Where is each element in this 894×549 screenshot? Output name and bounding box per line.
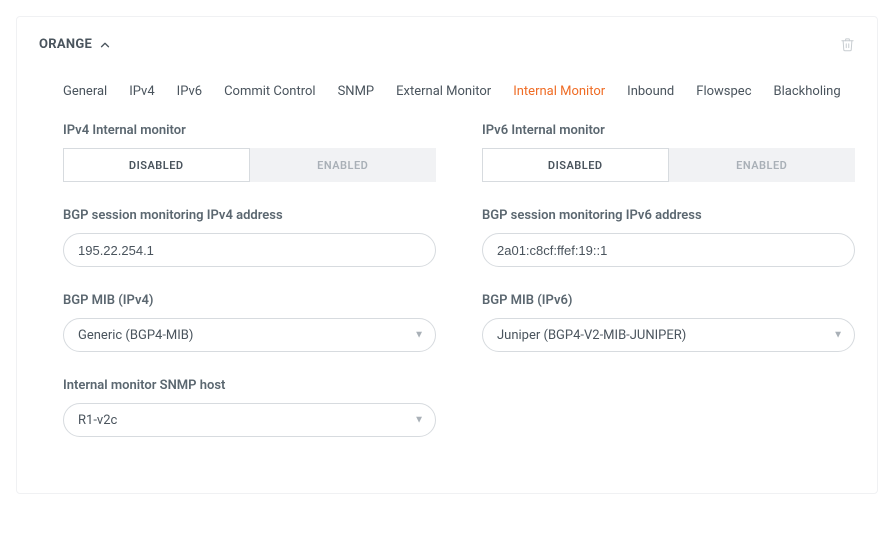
snmp-host-value: R1-v2c: [78, 413, 117, 428]
mib-ipv4-value: Generic (BGP4-MIB): [78, 328, 193, 343]
tab-internal-monitor[interactable]: Internal Monitor: [513, 80, 605, 103]
tab-inbound[interactable]: Inbound: [627, 80, 674, 103]
ipv6-monitor-enabled-button[interactable]: ENABLED: [669, 148, 856, 182]
ipv4-monitor-disabled-button[interactable]: DISABLED: [63, 148, 250, 182]
delete-icon[interactable]: [840, 37, 855, 52]
bgp-ipv4-label: BGP session monitoring IPv4 address: [63, 208, 436, 223]
panel-header: ORANGE: [39, 37, 855, 52]
bgp-ipv6-input[interactable]: [482, 233, 855, 267]
ipv4-monitor-enabled-button[interactable]: ENABLED: [250, 148, 437, 182]
ipv6-monitor-label: IPv6 Internal monitor: [482, 123, 855, 138]
snmp-host-select[interactable]: R1-v2c ▼: [63, 403, 436, 437]
ipv6-monitor-toggle: DISABLED ENABLED: [482, 148, 855, 182]
panel-content: IPv4 Internal monitor DISABLED ENABLED I…: [39, 123, 855, 437]
tab-snmp[interactable]: SNMP: [338, 80, 375, 103]
mib-ipv6-value: Juniper (BGP4-V2-MIB-JUNIPER): [497, 328, 686, 343]
snmp-host-label: Internal monitor SNMP host: [63, 378, 436, 393]
panel-title: ORANGE: [39, 37, 92, 52]
mib-ipv6-label: BGP MIB (IPv6): [482, 293, 855, 308]
config-panel: ORANGE General IPv4 IPv6 Commit Control SNMP…: [16, 16, 878, 494]
tab-external-monitor[interactable]: External Monitor: [396, 80, 491, 103]
tab-ipv4[interactable]: IPv4: [129, 80, 154, 103]
bgp-ipv6-label: BGP session monitoring IPv6 address: [482, 208, 855, 223]
chevron-up-icon: [98, 38, 112, 52]
ipv4-monitor-toggle: DISABLED ENABLED: [63, 148, 436, 182]
tab-flowspec[interactable]: Flowspec: [696, 80, 751, 103]
ipv6-monitor-disabled-button[interactable]: DISABLED: [482, 148, 669, 182]
mib-ipv6-select[interactable]: Juniper (BGP4-V2-MIB-JUNIPER) ▼: [482, 318, 855, 352]
tab-bar: General IPv4 IPv6 Commit Control SNMP Externa…: [63, 80, 855, 103]
tab-ipv6[interactable]: IPv6: [177, 80, 202, 103]
mib-ipv4-label: BGP MIB (IPv4): [63, 293, 436, 308]
panel-toggle[interactable]: ORANGE: [39, 37, 112, 52]
mib-ipv4-select[interactable]: Generic (BGP4-MIB) ▼: [63, 318, 436, 352]
tab-blackholing[interactable]: Blackholing: [774, 80, 841, 103]
ipv4-monitor-label: IPv4 Internal monitor: [63, 123, 436, 138]
bgp-ipv4-input[interactable]: [63, 233, 436, 267]
tab-commit-control[interactable]: Commit Control: [224, 80, 315, 103]
tab-general[interactable]: General: [63, 80, 107, 103]
